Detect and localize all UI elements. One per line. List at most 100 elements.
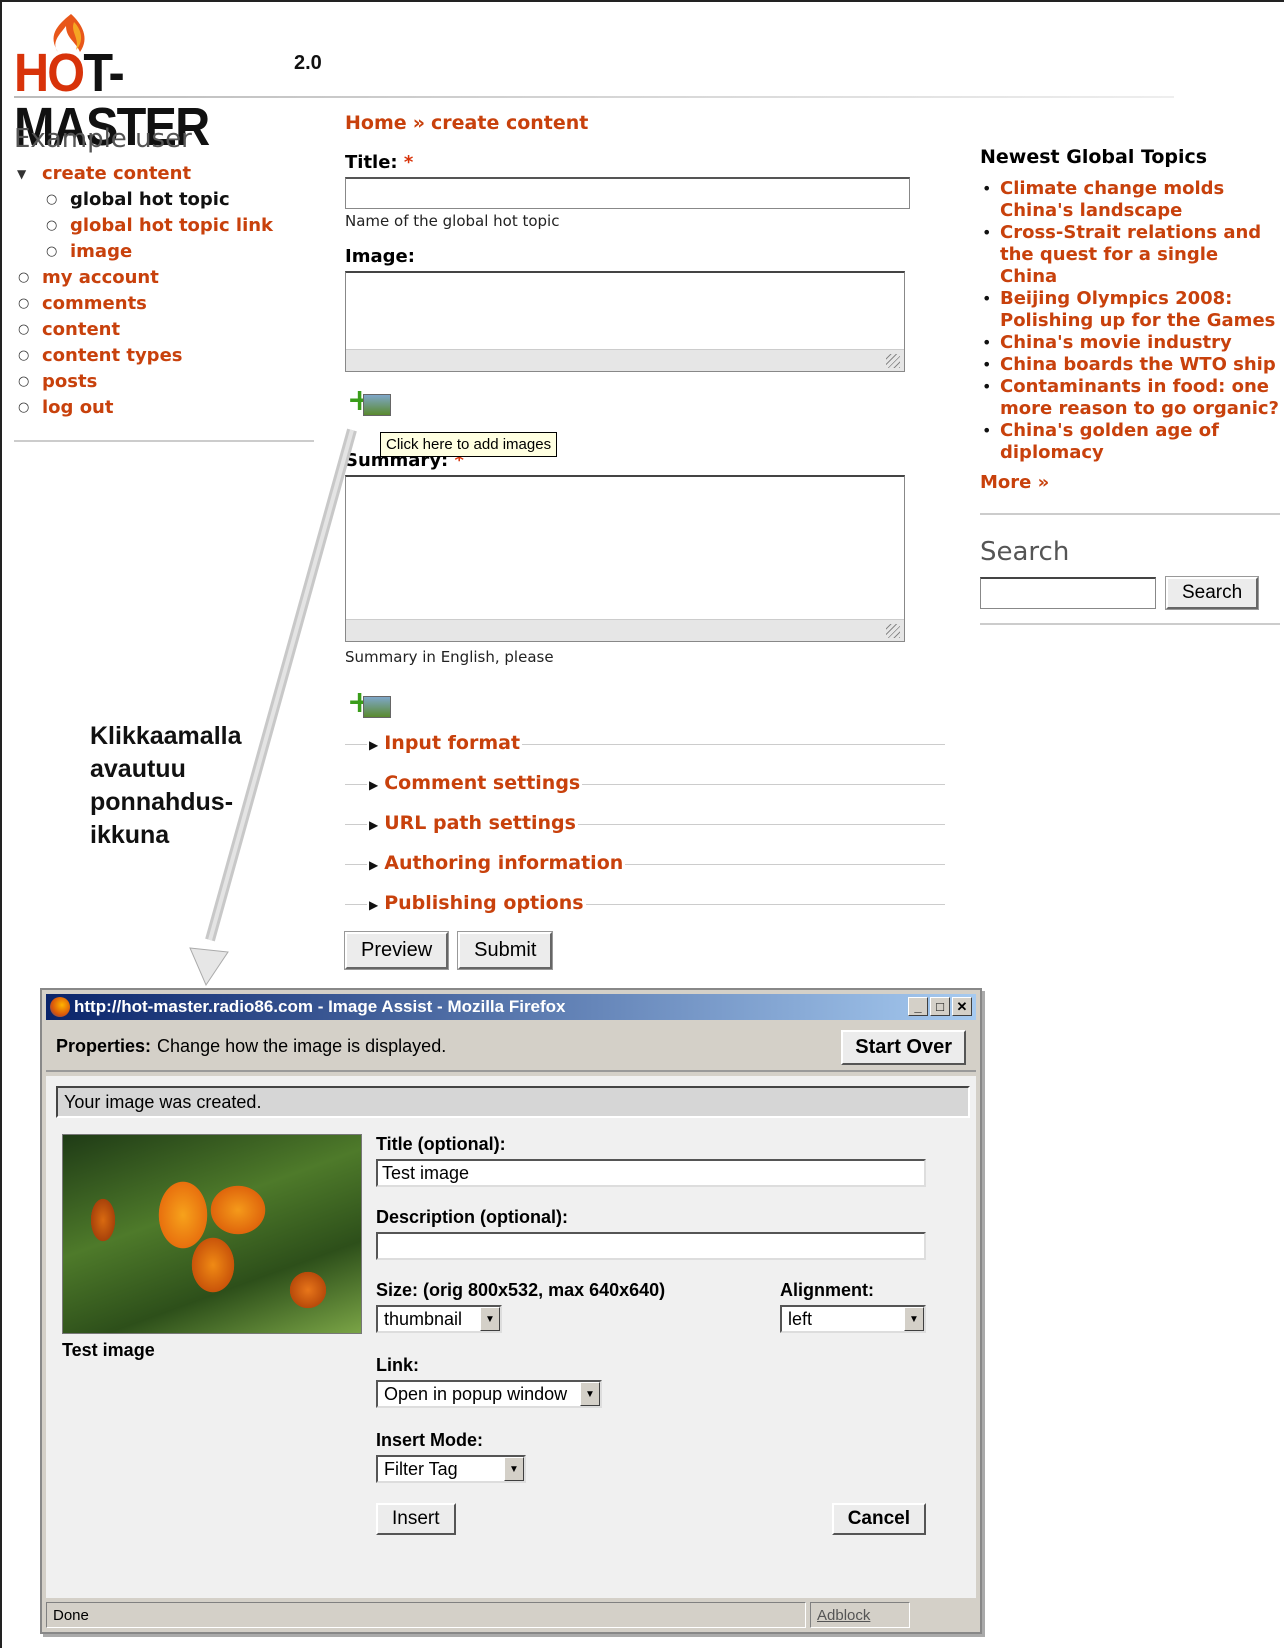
resize-grip[interactable] <box>346 619 904 641</box>
topic-link[interactable]: China boards the WTO ship <box>1000 354 1276 375</box>
fieldset-authoring-information[interactable]: ▶ Authoring information <box>345 850 945 890</box>
insert-button[interactable]: Insert <box>376 1503 456 1535</box>
search-button[interactable]: Search <box>1164 576 1260 610</box>
sidebar-subitem-label[interactable]: global hot topic <box>70 189 230 210</box>
alignment-group: Alignment: left ▼ <box>780 1280 926 1333</box>
image-label: Image: <box>345 246 415 267</box>
title-label: Title: * <box>345 152 945 173</box>
fieldset-legend[interactable]: ▶ URL path settings <box>367 812 578 834</box>
topic-item: Beijing Olympics 2008: Polishing up for … <box>980 288 1280 332</box>
right-divider <box>980 513 1280 515</box>
insert-mode-label: Insert Mode: <box>376 1430 484 1450</box>
properties-label: Properties: <box>56 1035 152 1056</box>
chevron-down-icon[interactable]: ▼ <box>504 1457 524 1481</box>
fieldset-comment-settings[interactable]: ▶ Comment settings <box>345 770 945 810</box>
right-sidebar: Newest Global Topics Climate change mold… <box>980 146 1280 625</box>
search-input[interactable] <box>980 577 1156 609</box>
annotation-line: ikkuna <box>90 821 170 849</box>
fieldset-legend[interactable]: ▶ Authoring information <box>367 852 626 874</box>
fieldset-publishing-options[interactable]: ▶ Publishing options <box>345 890 945 930</box>
breadcrumb-home[interactable]: Home <box>345 112 407 134</box>
start-over-button[interactable]: Start Over <box>841 1030 966 1065</box>
fieldset-title: URL path settings <box>384 812 576 834</box>
fieldset-input-format[interactable]: ▶ Input format <box>345 730 945 770</box>
fieldset-title: Input format <box>384 732 521 754</box>
topic-link[interactable]: China's movie industry <box>1000 332 1232 353</box>
site-logo[interactable]: HOT-MASTER 2.0 <box>14 12 334 154</box>
annotation-text: Klikkaamalla avautuu ponnahdus- ikkuna <box>90 720 242 852</box>
topic-link[interactable]: Beijing Olympics 2008: Polishing up for … <box>1000 288 1275 331</box>
properties-bar: Properties: Change how the image is disp… <box>46 1022 976 1072</box>
maximize-icon[interactable]: □ <box>930 997 950 1016</box>
fieldset-url-path-settings[interactable]: ▶ URL path settings <box>345 810 945 850</box>
properties-text: Change how the image is displayed. <box>157 1035 447 1056</box>
window-titlebar[interactable]: http://hot-master.radio86.com - Image As… <box>46 994 976 1020</box>
topic-link[interactable]: Contaminants in food: one more reason to… <box>1000 376 1279 419</box>
sidebar-link[interactable]: comments <box>42 293 147 314</box>
close-icon[interactable]: ✕ <box>952 997 972 1016</box>
sidebar-link[interactable]: my account <box>42 267 159 288</box>
image-title-input[interactable]: Test image <box>376 1159 926 1187</box>
cancel-button[interactable]: Cancel <box>831 1503 926 1535</box>
adblock-indicator[interactable]: Adblock <box>810 1602 910 1628</box>
breadcrumb-current[interactable]: create content <box>431 112 588 134</box>
window-title: http://hot-master.radio86.com - Image As… <box>74 997 566 1016</box>
minimize-icon[interactable]: _ <box>908 997 928 1016</box>
sidebar-link-create-content[interactable]: create content <box>42 163 191 184</box>
insert-mode-select[interactable]: Filter Tag ▼ <box>376 1455 526 1483</box>
sidebar-link[interactable]: content <box>42 319 120 340</box>
link-select[interactable]: Open in popup window ▼ <box>376 1380 602 1408</box>
sidebar-link[interactable]: posts <box>42 371 97 392</box>
topic-link[interactable]: China's golden age of diplomacy <box>1000 420 1219 463</box>
add-image-icon[interactable]: + <box>345 384 395 422</box>
popup-content: Your image was created. Test image Title… <box>46 1076 976 1598</box>
resize-grip[interactable] <box>346 349 904 371</box>
summary-textarea-body[interactable] <box>346 477 904 619</box>
size-label: Size: (orig 800x532, max 640x640) <box>376 1280 666 1300</box>
summary-textarea[interactable] <box>345 475 905 642</box>
title-input[interactable] <box>345 177 910 209</box>
sidebar-link[interactable]: content types <box>42 345 183 366</box>
fieldset-legend[interactable]: ▶ Comment settings <box>367 772 583 794</box>
annotation-line: Klikkaamalla <box>90 722 242 750</box>
topic-link[interactable]: Climate change molds China's landscape <box>1000 178 1224 221</box>
sidebar-item-content: content <box>14 319 314 341</box>
size-select[interactable]: thumbnail ▼ <box>376 1305 502 1333</box>
add-image-icon[interactable]: + <box>345 686 395 724</box>
chevron-down-icon[interactable]: ▼ <box>480 1307 500 1331</box>
fieldset-legend[interactable]: ▶ Input format <box>367 732 523 754</box>
topic-item: Cross-Strait relations and the quest for… <box>980 222 1280 288</box>
annotation-line: ponnahdus- <box>90 788 234 816</box>
sidebar-link[interactable]: log out <box>42 397 113 418</box>
summary-description: Summary in English, please <box>345 648 554 666</box>
topic-list: Climate change molds China's landscape C… <box>980 178 1280 464</box>
chevron-down-icon[interactable]: ▼ <box>580 1382 600 1406</box>
header-divider <box>14 96 1174 98</box>
status-text: Done <box>46 1602 806 1628</box>
more-topics-link[interactable]: More » <box>980 472 1280 493</box>
image-caption: Test image <box>62 1340 155 1360</box>
sidebar-item-content-types: content types <box>14 345 314 367</box>
sidebar-item-posts: posts <box>14 371 314 393</box>
collapsed-arrow-icon: ▶ <box>369 858 379 872</box>
firefox-icon <box>50 997 70 1017</box>
sidebar-item-log-out: log out <box>14 397 314 419</box>
sidebar-subitem-link[interactable]: global hot topic link <box>70 215 273 236</box>
topic-item: China boards the WTO ship <box>980 354 1280 376</box>
preview-button[interactable]: Preview <box>343 931 450 970</box>
size-alignment-row: Size: (orig 800x532, max 640x640) thumbn… <box>376 1280 926 1333</box>
sidebar-subitem-link[interactable]: image <box>70 241 132 262</box>
image-textarea[interactable] <box>345 271 905 372</box>
sidebar-subitem-global-hot-topic-link: global hot topic link <box>42 215 314 237</box>
topic-link[interactable]: Cross-Strait relations and the quest for… <box>1000 222 1261 287</box>
image-textarea-body[interactable] <box>346 273 904 349</box>
alignment-select[interactable]: left ▼ <box>780 1305 926 1333</box>
fieldset-legend[interactable]: ▶ Publishing options <box>367 892 586 914</box>
chevron-down-icon[interactable]: ▼ <box>904 1307 924 1331</box>
submit-button[interactable]: Submit <box>457 931 554 970</box>
picture-icon <box>363 394 391 416</box>
sidebar-item-comments: comments <box>14 293 314 315</box>
image-description-input[interactable] <box>376 1232 926 1260</box>
sidebar-item-create-content: create content global hot topic global h… <box>14 163 314 263</box>
sidebar-subitem-image: image <box>42 241 314 263</box>
